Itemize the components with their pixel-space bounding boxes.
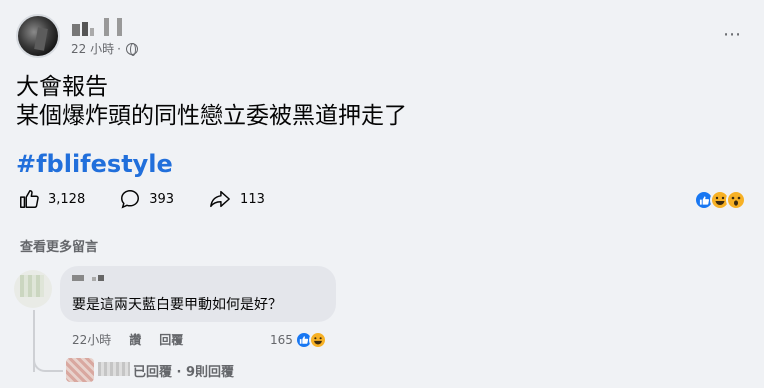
comment-reactions[interactable]: 165: [270, 331, 327, 349]
meta-separator: ·: [117, 41, 121, 56]
post-body: 大會報告 某個爆炸頭的同性戀立委被黑道押走了: [16, 73, 407, 131]
comment-bubble-icon: [119, 188, 141, 210]
view-replies-link[interactable]: 已回覆 · 9則回覆: [133, 361, 234, 380]
replier-avatar[interactable]: [66, 358, 94, 382]
more-options-icon[interactable]: ⋯: [723, 26, 742, 44]
comment-like-button[interactable]: 讚: [129, 331, 141, 348]
comment-timestamp[interactable]: 22小時: [72, 331, 111, 348]
comment-button[interactable]: 393: [119, 188, 174, 210]
comment-count: 393: [149, 191, 175, 207]
comment-bubble: 要是這兩天藍白要甲動如何是好？: [60, 266, 336, 322]
comment-meta: 22小時 讚 回覆: [72, 331, 183, 348]
commenter-name-redacted[interactable]: [72, 275, 104, 281]
see-more-comments-link[interactable]: 查看更多留言: [20, 236, 98, 255]
haha-icon: [308, 331, 327, 349]
post-actions: 3,128 393 113: [18, 188, 299, 210]
poster-name-redacted[interactable]: [72, 18, 122, 36]
thread-connector: [33, 354, 63, 372]
post-meta: 22 小時 ·: [71, 40, 138, 57]
share-button[interactable]: 113: [208, 188, 265, 210]
poster-avatar[interactable]: [16, 14, 60, 58]
wow-icon: [726, 190, 746, 210]
post-timestamp[interactable]: 22 小時: [71, 40, 114, 57]
comment-text: 要是這兩天藍白要甲動如何是好？: [72, 297, 282, 313]
post-line-2: 某個爆炸頭的同性戀立委被黑道押走了: [16, 103, 407, 129]
comment-reaction-count: 165: [270, 333, 293, 347]
globe-icon: [125, 42, 138, 56]
post-line-1: 大會報告: [16, 74, 108, 100]
hashtag-link[interactable]: #fblifestyle: [16, 150, 173, 178]
like-count: 3,128: [48, 191, 86, 207]
replier-name-redacted: [98, 362, 130, 376]
share-arrow-icon: [208, 188, 232, 210]
reaction-summary[interactable]: [694, 190, 746, 210]
like-button[interactable]: 3,128: [18, 188, 85, 210]
comment-reply-button[interactable]: 回覆: [159, 331, 183, 348]
share-count: 113: [240, 191, 265, 207]
commenter-avatar[interactable]: [14, 270, 52, 308]
thumbs-up-icon: [18, 188, 40, 210]
